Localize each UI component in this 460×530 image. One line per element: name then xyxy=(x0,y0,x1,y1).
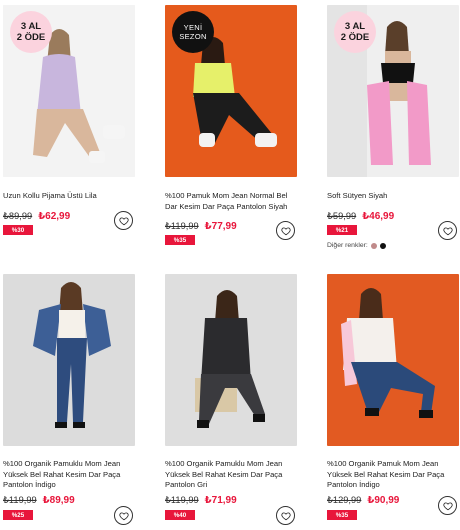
product-card[interactable]: %100 Organik Pamuklu Mom Jean Yüksek Bel… xyxy=(165,274,299,525)
price-row: ₺119,99 ₺89,99 xyxy=(3,493,75,507)
price-row: ₺119,99 ₺71,99 xyxy=(165,493,237,507)
price-row: ₺89,99 ₺62,99 xyxy=(3,209,70,223)
product-image[interactable]: 3 AL 2 ÖDE xyxy=(3,5,135,177)
discount-badge: %25 xyxy=(3,510,33,520)
sale-price: ₺77,99 xyxy=(204,220,237,232)
product-card[interactable]: YENİ SEZON %100 Pamuk Mom Jean Normal Be… xyxy=(165,5,299,245)
sale-price: ₺90,99 xyxy=(367,494,400,506)
old-price: ₺119,99 xyxy=(3,494,37,505)
old-price: ₺129,99 xyxy=(327,494,362,505)
product-photo xyxy=(165,274,297,446)
product-title[interactable]: Soft Sütyen Siyah xyxy=(327,191,459,202)
product-card[interactable]: 3 AL 2 ÖDE Uzun Kollu Pijama Üstü Lila ₺… xyxy=(3,5,137,235)
price-row: ₺129,99 ₺90,99 xyxy=(327,493,399,507)
favorite-button[interactable] xyxy=(114,211,133,230)
product-image[interactable] xyxy=(3,274,135,446)
product-image[interactable]: 3 AL 2 ÖDE xyxy=(327,5,459,177)
discount-badge: %30 xyxy=(3,225,33,235)
product-image[interactable] xyxy=(165,274,297,446)
other-colors: Diğer renkler: xyxy=(327,242,386,249)
discount-badge: %21 xyxy=(327,225,357,235)
discount-badge: %35 xyxy=(165,235,195,245)
heart-outline-icon xyxy=(118,511,129,520)
price-row: ₺59,99 ₺46,99 xyxy=(327,209,394,223)
sale-price: ₺46,99 xyxy=(362,210,395,222)
badge-line-1: YENİ xyxy=(183,23,203,32)
product-card[interactable]: %100 Organik Pamuk Mom Jean Yüksek Bel R… xyxy=(327,274,460,524)
product-title[interactable]: %100 Organik Pamuk Mom Jean Yüksek Bel R… xyxy=(327,459,459,491)
other-colors-label: Diğer renkler: xyxy=(327,242,368,249)
sale-price: ₺89,99 xyxy=(42,494,75,506)
heart-outline-icon xyxy=(442,501,453,510)
old-price: ₺119,99 xyxy=(165,220,199,231)
badge-line-2: SEZON xyxy=(179,32,207,41)
sale-price: ₺62,99 xyxy=(38,210,71,222)
favorite-button[interactable] xyxy=(438,221,457,240)
discount-badge: %40 xyxy=(165,510,195,520)
heart-outline-icon xyxy=(280,226,291,235)
heart-outline-icon xyxy=(118,216,129,225)
product-title[interactable]: %100 Pamuk Mom Jean Normal Bel Dar Kesim… xyxy=(165,191,297,212)
product-card[interactable]: 3 AL 2 ÖDE Soft Sütyen Siyah ₺59,99 ₺46,… xyxy=(327,5,460,255)
product-grid: 3 AL 2 ÖDE Uzun Kollu Pijama Üstü Lila ₺… xyxy=(0,0,460,530)
campaign-badge: 3 AL 2 ÖDE xyxy=(334,11,376,53)
product-photo xyxy=(3,274,135,446)
product-title[interactable]: Uzun Kollu Pijama Üstü Lila xyxy=(3,191,135,202)
product-card[interactable]: %100 Organik Pamuklu Mom Jean Yüksek Bel… xyxy=(3,274,137,525)
product-photo xyxy=(327,274,459,446)
discount-badge: %35 xyxy=(327,510,357,520)
badge-line-1: 3 AL xyxy=(344,21,366,32)
product-title[interactable]: %100 Organik Pamuklu Mom Jean Yüksek Bel… xyxy=(165,459,297,491)
badge-line-2: 2 ÖDE xyxy=(16,32,46,43)
old-price: ₺89,99 xyxy=(3,210,33,221)
campaign-badge: YENİ SEZON xyxy=(172,11,214,53)
old-price: ₺119,99 xyxy=(165,494,199,505)
product-title[interactable]: %100 Organik Pamuklu Mom Jean Yüksek Bel… xyxy=(3,459,135,491)
favorite-button[interactable] xyxy=(438,496,457,515)
old-price: ₺59,99 xyxy=(327,210,357,221)
heart-outline-icon xyxy=(442,226,453,235)
color-swatch-black[interactable] xyxy=(379,242,386,249)
badge-line-2: 2 ÖDE xyxy=(340,32,370,43)
product-image[interactable]: YENİ SEZON xyxy=(165,5,297,177)
color-swatch-rose[interactable] xyxy=(370,242,377,249)
favorite-button[interactable] xyxy=(114,506,133,525)
heart-outline-icon xyxy=(280,511,291,520)
campaign-badge: 3 AL 2 ÖDE xyxy=(10,11,52,53)
sale-price: ₺71,99 xyxy=(204,494,237,506)
badge-line-1: 3 AL xyxy=(20,21,42,32)
favorite-button[interactable] xyxy=(276,506,295,525)
favorite-button[interactable] xyxy=(276,221,295,240)
product-image[interactable] xyxy=(327,274,459,446)
price-row: ₺119,99 ₺77,99 xyxy=(165,219,237,233)
